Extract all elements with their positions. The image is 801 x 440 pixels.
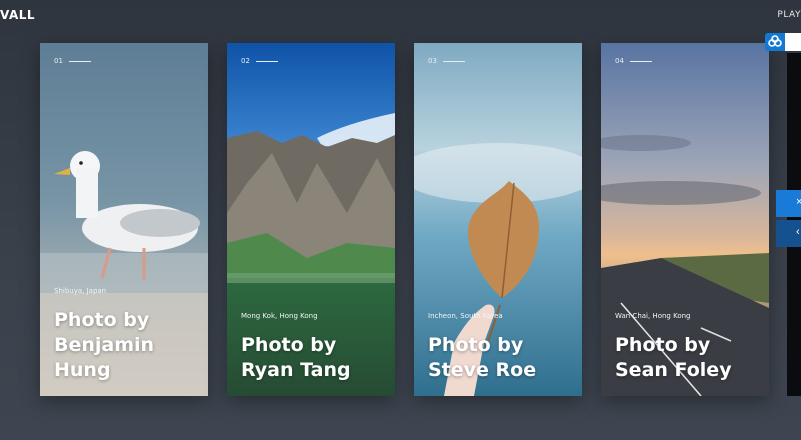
card-number-line xyxy=(443,61,465,62)
play-link[interactable]: PLAY xyxy=(777,10,801,20)
card-number: 01 xyxy=(54,57,63,65)
chevron-left-icon: ‹ xyxy=(796,226,800,238)
photo-card-2[interactable]: 02 Mong Kok, Hong Kong Photo by Ryan Tan… xyxy=(227,43,395,396)
card-number-line xyxy=(630,61,652,62)
card-location: Shibuya, Japan xyxy=(54,287,107,295)
card-number: 03 xyxy=(428,57,437,65)
photo-card-1[interactable]: 01 Shibuya, Japan Photo by Benjamin Hung xyxy=(40,43,208,396)
close-icon: × xyxy=(796,196,801,208)
photo-card-3[interactable]: 03 Incheon, South Korea Photo by Steve R… xyxy=(414,43,582,396)
card-title[interactable]: Photo by Benjamin Hung xyxy=(54,308,202,383)
card-location: Wan Chai, Hong Kong xyxy=(615,312,691,320)
card-number-line xyxy=(256,61,278,62)
card-number: 02 xyxy=(241,57,250,65)
photo-card-4[interactable]: 04 Wan Chai, Hong Kong Photo by Sean Fol… xyxy=(601,43,769,396)
card-number-line xyxy=(69,61,91,62)
infinity-icon[interactable] xyxy=(765,33,785,51)
card-location: Mong Kok, Hong Kong xyxy=(241,312,318,320)
next-button[interactable]: × xyxy=(776,190,801,217)
card-location: Incheon, South Korea xyxy=(428,312,503,320)
card-title[interactable]: Photo by Sean Foley xyxy=(615,333,763,383)
card-title[interactable]: Photo by Ryan Tang xyxy=(241,333,389,383)
prev-button[interactable]: ‹ xyxy=(776,220,801,247)
side-panel-tab[interactable] xyxy=(785,33,801,51)
card-number: 04 xyxy=(615,57,624,65)
card-title[interactable]: Photo by Steve Roe xyxy=(428,333,576,383)
brand-logo: VALL xyxy=(0,8,36,22)
